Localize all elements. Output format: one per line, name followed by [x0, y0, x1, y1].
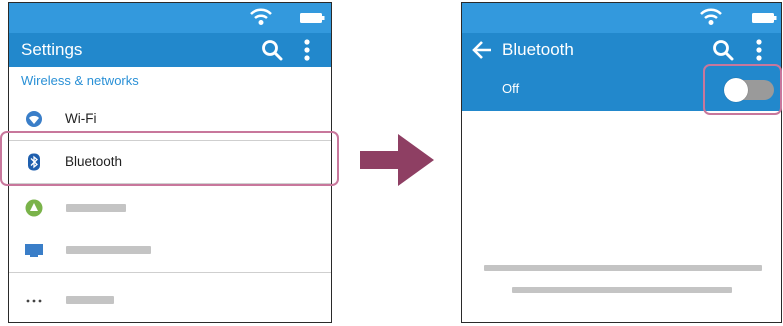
placeholder-text-bar: [66, 296, 114, 304]
placeholder-text-bar: [66, 246, 151, 254]
status-bar: [9, 3, 331, 33]
section-header: Wireless & networks: [21, 73, 139, 88]
data-usage-icon: [25, 199, 43, 217]
placeholder-text-line: [484, 265, 762, 271]
display-icon: [25, 244, 43, 257]
overflow-menu-icon[interactable]: [303, 38, 311, 62]
toggle-state-label: Off: [502, 81, 520, 96]
wifi-signal-icon: [700, 8, 722, 25]
status-bar: [462, 3, 781, 33]
toggle-highlight: [703, 64, 782, 115]
bluetooth-screen: Bluetooth Off: [461, 2, 782, 323]
wifi-label: Wi-Fi: [65, 111, 97, 126]
placeholder-text-line: [512, 287, 732, 293]
battery-icon: [752, 13, 777, 23]
settings-item-more[interactable]: [9, 279, 331, 321]
overflow-menu-icon[interactable]: [755, 38, 763, 62]
wifi-signal-icon: [250, 8, 272, 25]
placeholder-text-bar: [66, 204, 126, 212]
wifi-icon: [26, 111, 42, 127]
search-icon[interactable]: [712, 39, 734, 61]
app-bar: Bluetooth: [462, 33, 781, 67]
page-title: Settings: [21, 40, 83, 59]
settings-item-data-usage[interactable]: [9, 187, 331, 229]
battery-icon: [300, 13, 325, 23]
more-dots-icon: [26, 299, 42, 303]
bluetooth-highlight: [0, 131, 339, 186]
divider: [9, 272, 331, 273]
search-icon[interactable]: [261, 39, 283, 61]
settings-item-display[interactable]: [9, 229, 331, 271]
page-title: Bluetooth: [502, 40, 574, 59]
arrow-right-icon: [360, 134, 434, 186]
app-bar: Settings: [9, 33, 331, 67]
back-arrow-icon[interactable]: [472, 41, 492, 59]
